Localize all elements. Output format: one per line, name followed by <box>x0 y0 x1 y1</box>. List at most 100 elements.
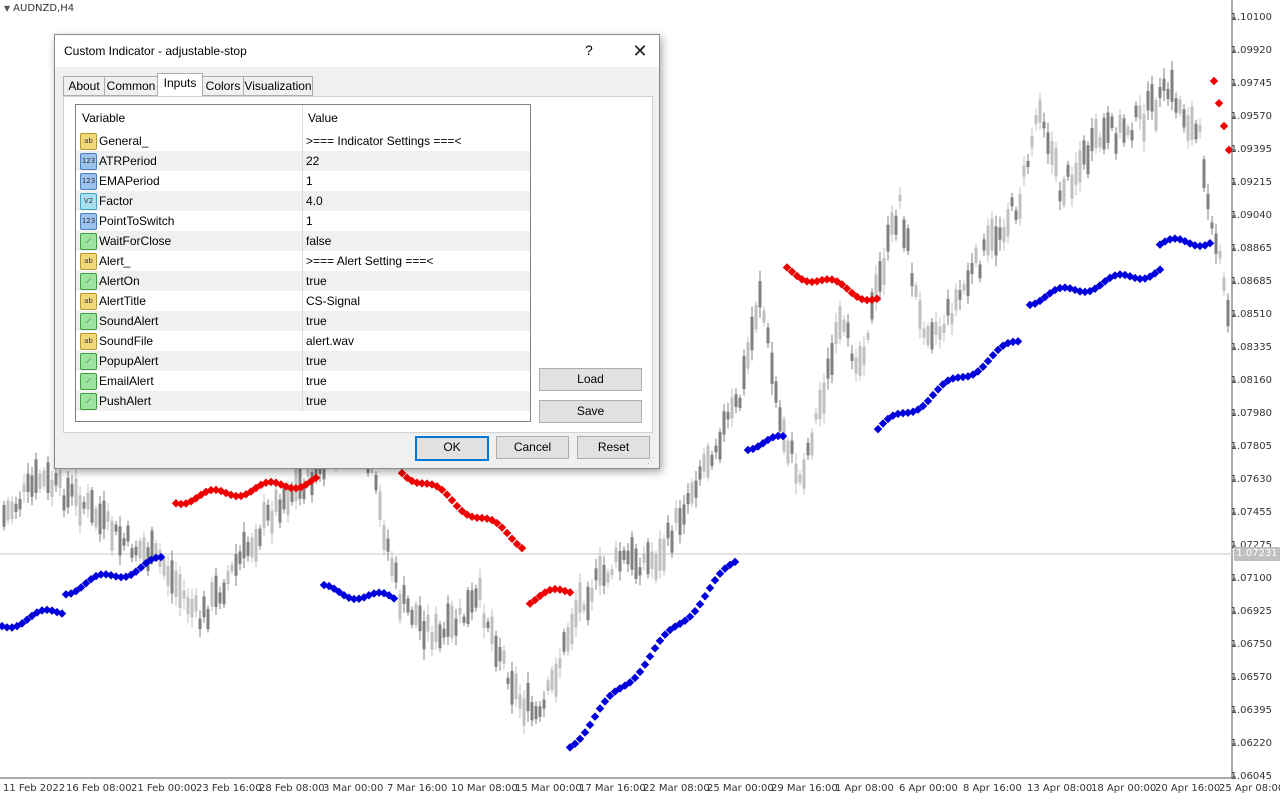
candle-body <box>1126 127 1130 136</box>
candle-body <box>946 298 950 316</box>
candle-body <box>722 411 726 435</box>
candle-body <box>1118 115 1122 133</box>
tab-visualization[interactable]: Visualization <box>243 76 313 96</box>
price-tick-label: 1.06395 <box>1230 705 1272 716</box>
tab-common[interactable]: Common <box>104 76 158 96</box>
candle-body <box>934 321 938 335</box>
param-row-alerton[interactable]: ⟋ AlertOn true <box>76 271 530 291</box>
candle-body <box>702 453 706 472</box>
candle-body <box>662 539 666 572</box>
chart-menu-icon[interactable]: ▼ <box>4 4 10 13</box>
candle-body <box>106 511 110 522</box>
candle-body <box>578 582 582 613</box>
time-tick-label: 18 Apr 00:00 <box>1091 783 1157 794</box>
param-row-pointtoswitch[interactable]: 123 PointToSwitch 1 <box>76 211 530 231</box>
candle-body <box>198 618 202 629</box>
help-button[interactable]: ? <box>585 42 593 58</box>
candle-body <box>390 557 394 576</box>
dialog-titlebar[interactable]: Custom Indicator - adjustable-stop ? ✕ <box>55 35 659 67</box>
candle-body <box>1154 100 1158 131</box>
time-tick-label: 23 Feb 16:00 <box>196 783 262 794</box>
param-row-alert[interactable]: ab Alert_ >=== Alert Setting ===< <box>76 251 530 271</box>
candle-body <box>550 669 554 691</box>
candle-body <box>674 508 678 523</box>
param-row-soundfile[interactable]: ab SoundFile alert.wav <box>76 331 530 351</box>
candle-body <box>686 493 690 505</box>
param-value[interactable]: true <box>306 374 327 388</box>
resize-grip-icon[interactable]: ⋰ <box>647 456 657 466</box>
candle-body <box>586 586 590 621</box>
candle-body <box>110 520 114 552</box>
candle-body <box>1074 162 1078 185</box>
ok-button[interactable]: OK <box>415 436 489 461</box>
candle-body <box>654 554 658 580</box>
candle-body <box>450 605 454 639</box>
candle-body <box>890 212 894 235</box>
param-value[interactable]: 1 <box>306 174 313 188</box>
param-row-alerttitle[interactable]: ab AlertTitle CS-Signal <box>76 291 530 311</box>
param-row-popupalert[interactable]: ⟋ PopupAlert true <box>76 351 530 371</box>
tab-colors[interactable]: Colors <box>202 76 244 96</box>
candle-body <box>18 498 22 510</box>
param-value[interactable]: >=== Alert Setting ===< <box>306 254 433 268</box>
param-value[interactable]: false <box>306 234 331 248</box>
candle-body <box>906 228 910 252</box>
param-value[interactable]: alert.wav <box>306 334 354 348</box>
candle-body <box>278 499 282 523</box>
param-row-atrperiod[interactable]: 123 ATRPeriod 22 <box>76 151 530 171</box>
candle-body <box>718 432 722 460</box>
candle-body <box>386 538 390 552</box>
param-row-factor[interactable]: V2 Factor 4.0 <box>76 191 530 211</box>
param-value[interactable]: true <box>306 394 327 408</box>
param-value[interactable]: >=== Indicator Settings ===< <box>306 134 461 148</box>
param-row-emailalert[interactable]: ⟋ EmailAlert true <box>76 371 530 391</box>
param-value[interactable]: true <box>306 274 327 288</box>
param-value[interactable]: true <box>306 314 327 328</box>
candle-body <box>474 588 478 608</box>
candle-body <box>246 541 250 556</box>
save-button[interactable]: Save <box>539 400 642 423</box>
param-row-general[interactable]: ab General_ >=== Indicator Settings ===< <box>76 131 530 151</box>
candle-body <box>38 473 42 489</box>
param-value[interactable]: 22 <box>306 154 319 168</box>
candle-body <box>1162 78 1166 91</box>
candle-body <box>682 504 686 525</box>
candle-body <box>518 694 522 709</box>
candle-body <box>1082 140 1086 165</box>
param-row-emaperiod[interactable]: 123 EMAPeriod 1 <box>76 171 530 191</box>
cancel-button[interactable]: Cancel <box>496 436 569 459</box>
param-name: PushAlert <box>99 394 152 408</box>
price-tick-label: 1.09570 <box>1230 111 1272 122</box>
param-name: ATRPeriod <box>99 154 157 168</box>
param-row-pushalert[interactable]: ⟋ PushAlert true <box>76 391 530 411</box>
dialog-title: Custom Indicator - adjustable-stop <box>64 44 247 58</box>
candle-body <box>558 658 562 669</box>
candle-body <box>922 328 926 338</box>
candle-body <box>190 598 194 618</box>
reset-button[interactable]: Reset <box>577 436 650 459</box>
close-icon[interactable]: ✕ <box>621 38 659 64</box>
param-value[interactable]: CS-Signal <box>306 294 360 308</box>
price-tick-label: 1.08160 <box>1230 375 1272 386</box>
n123-type-icon: 123 <box>80 173 97 190</box>
candle-body <box>902 219 906 248</box>
ab-type-icon: ab <box>80 333 97 350</box>
candle-body <box>1210 222 1214 229</box>
candle-body <box>86 492 90 510</box>
candle-body <box>206 608 210 630</box>
tab-about[interactable]: About <box>63 76 105 96</box>
column-value[interactable]: Value <box>308 111 338 125</box>
time-tick-label: 29 Mar 16:00 <box>771 783 838 794</box>
column-variable[interactable]: Variable <box>82 111 125 125</box>
param-value[interactable]: 1 <box>306 214 313 228</box>
candle-body <box>1110 116 1114 128</box>
param-row-waitforclose[interactable]: ⟋ WaitForClose false <box>76 231 530 251</box>
tab-inputs[interactable]: Inputs <box>157 73 203 96</box>
candle-body <box>430 632 434 650</box>
load-button[interactable]: Load <box>539 368 642 391</box>
param-value[interactable]: 4.0 <box>306 194 323 208</box>
param-row-soundalert[interactable]: ⟋ SoundAlert true <box>76 311 530 331</box>
param-value[interactable]: true <box>306 354 327 368</box>
candle-body <box>378 491 382 520</box>
candle-body <box>510 671 514 705</box>
